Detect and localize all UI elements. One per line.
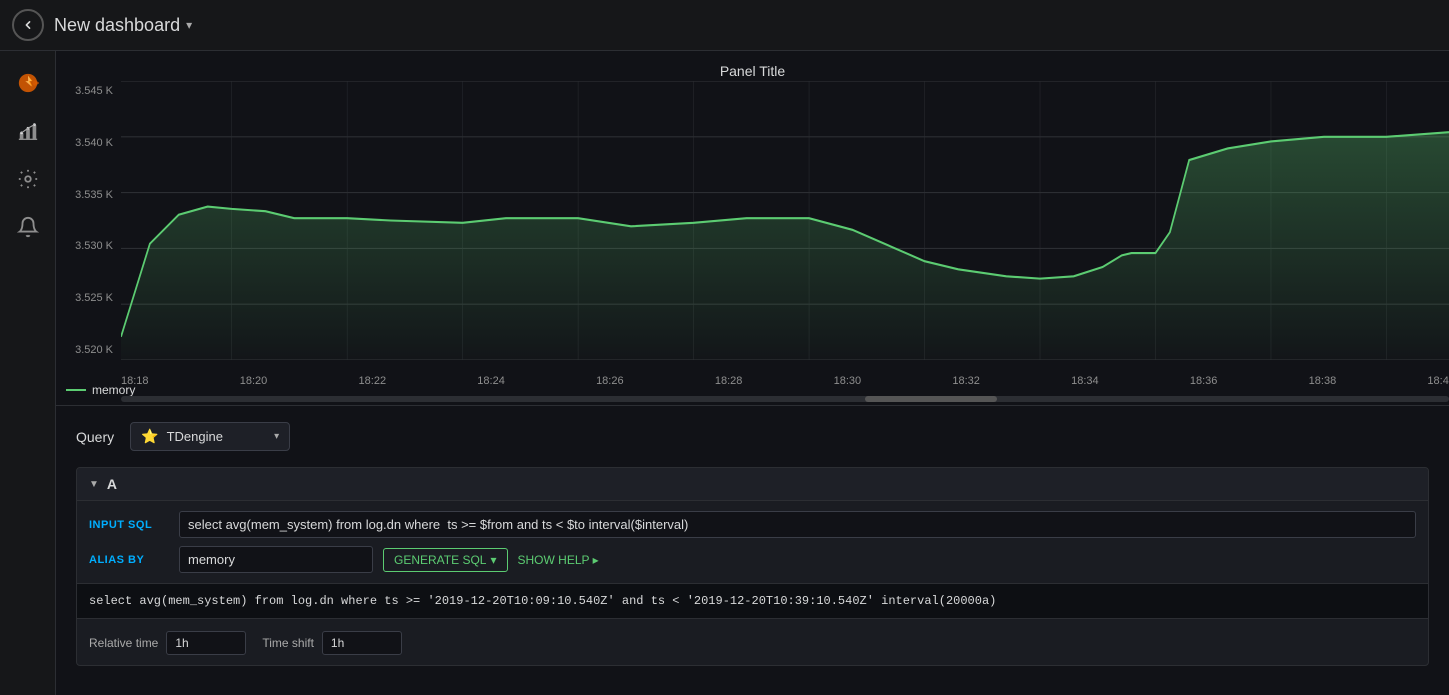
x-label-3: 18:24 xyxy=(477,375,505,387)
chart-area: Panel Title 3.545 K 3.540 K 3.535 K 3.53… xyxy=(56,51,1449,406)
sidebar-item-settings[interactable] xyxy=(8,159,48,199)
x-axis: 18:18 18:20 18:22 18:24 18:26 18:28 18:3… xyxy=(121,375,1449,387)
y-axis-label-0: 3.545 K xyxy=(56,85,113,97)
sidebar-item-flame[interactable] xyxy=(8,63,48,103)
scrollbar-track xyxy=(121,396,1449,402)
scrollbar-thumb[interactable] xyxy=(865,396,998,402)
time-shift-label: Time shift xyxy=(262,636,314,650)
alias-by-row: ALIAS BY GENERATE SQL ▾ SHOW HELP ▸ xyxy=(89,546,1416,573)
y-axis-label-3: 3.530 K xyxy=(56,240,113,252)
x-label-5: 18:28 xyxy=(715,375,743,387)
x-label-4: 18:26 xyxy=(596,375,624,387)
legend-line xyxy=(66,389,86,391)
query-fields: INPUT SQL ALIAS BY GENERATE SQL ▾ SHOW H… xyxy=(77,501,1428,583)
y-axis-label-4: 3.525 K xyxy=(56,292,113,304)
alias-by-field[interactable] xyxy=(179,546,373,573)
content-area: Panel Title 3.545 K 3.540 K 3.535 K 3.53… xyxy=(56,51,1449,695)
relative-time-field: Relative time xyxy=(89,631,246,655)
y-axis-label-2: 3.535 K xyxy=(56,189,113,201)
generate-sql-button[interactable]: GENERATE SQL ▾ xyxy=(383,548,508,572)
query-section: Query ⭐ TDengine ▾ ▼ A INPUT SQL xyxy=(56,406,1449,695)
x-label-8: 18:34 xyxy=(1071,375,1099,387)
datasource-selector[interactable]: ⭐ TDengine ▾ xyxy=(130,422,290,451)
main-layout: Panel Title 3.545 K 3.540 K 3.535 K 3.53… xyxy=(0,51,1449,695)
x-label-11: 18:4 xyxy=(1427,375,1448,387)
title-caret[interactable]: ▾ xyxy=(186,18,192,32)
query-id: A xyxy=(107,476,117,492)
input-sql-row: INPUT SQL xyxy=(89,511,1416,538)
dashboard-title: New dashboard ▾ xyxy=(54,15,192,36)
datasource-arrow: ▾ xyxy=(274,431,279,442)
datasource-icon: ⭐ xyxy=(141,428,158,445)
alias-by-label: ALIAS BY xyxy=(89,554,169,566)
relative-time-input[interactable] xyxy=(166,631,246,655)
header: New dashboard ▾ xyxy=(0,0,1449,51)
sidebar-item-alerts[interactable] xyxy=(8,207,48,247)
datasource-name: TDengine xyxy=(167,429,223,444)
query-block-a: ▼ A INPUT SQL ALIAS BY GENERATE SQL xyxy=(76,467,1429,666)
sidebar-item-chart[interactable] xyxy=(8,111,48,151)
input-sql-field[interactable] xyxy=(179,511,1416,538)
query-label: Query xyxy=(76,429,114,445)
x-label-10: 18:38 xyxy=(1309,375,1337,387)
x-label-9: 18:36 xyxy=(1190,375,1218,387)
chart-scrollbar[interactable] xyxy=(121,395,1449,403)
x-label-7: 18:32 xyxy=(952,375,980,387)
time-options: Relative time Time shift xyxy=(77,618,1428,665)
x-label-2: 18:22 xyxy=(359,375,387,387)
query-block-header: ▼ A xyxy=(77,468,1428,501)
time-shift-input[interactable] xyxy=(322,631,402,655)
y-axis-label-1: 3.540 K xyxy=(56,137,113,149)
x-label-6: 18:30 xyxy=(834,375,862,387)
y-axis-label-5: 3.520 K xyxy=(56,344,113,356)
sidebar xyxy=(0,51,56,695)
back-button[interactable] xyxy=(12,9,44,41)
show-help-button[interactable]: SHOW HELP ▸ xyxy=(518,553,599,567)
x-label-1: 18:20 xyxy=(240,375,268,387)
time-shift-field: Time shift xyxy=(262,631,402,655)
panel-title: Panel Title xyxy=(720,63,785,79)
input-sql-label: INPUT SQL xyxy=(89,519,169,531)
collapse-icon[interactable]: ▼ xyxy=(89,479,99,490)
generated-sql: select avg(mem_system) from log.dn where… xyxy=(77,583,1428,618)
chart-svg xyxy=(121,81,1449,360)
relative-time-label: Relative time xyxy=(89,636,158,650)
query-header: Query ⭐ TDengine ▾ xyxy=(76,422,1429,451)
